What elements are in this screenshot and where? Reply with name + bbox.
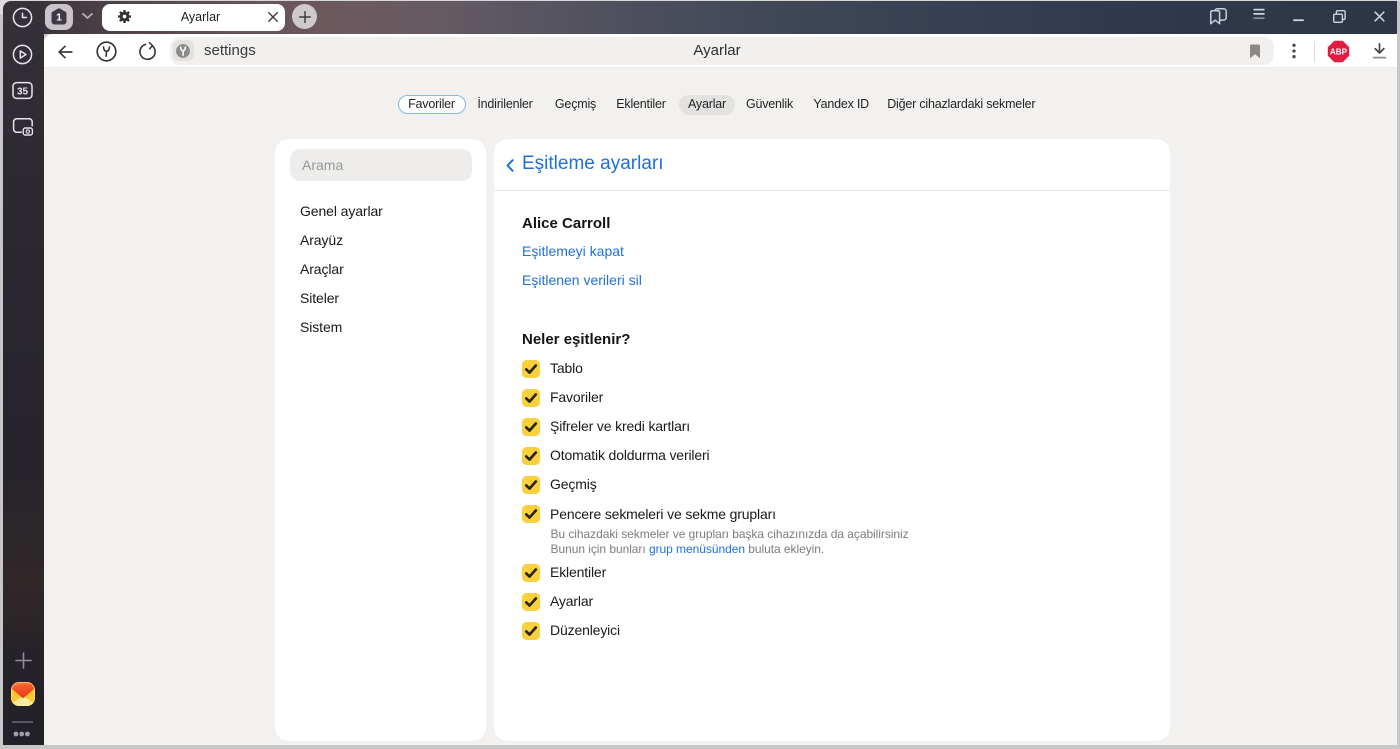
svg-text:35: 35 [17,87,29,98]
svg-text:ABP: ABP [1330,47,1348,56]
svg-text:1: 1 [56,12,62,24]
